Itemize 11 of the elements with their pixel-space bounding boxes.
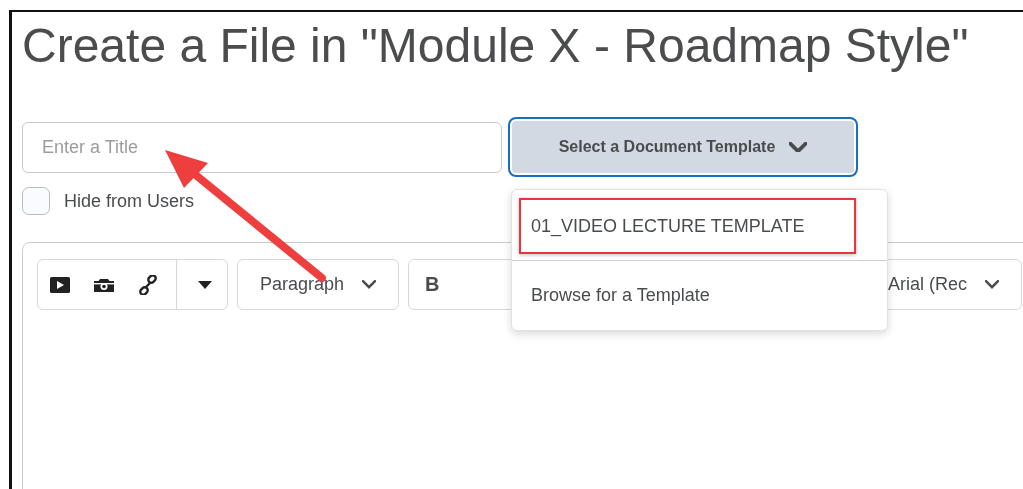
checkbox-label: Hide from Users bbox=[64, 190, 195, 212]
title-input-field[interactable]: Enter a Title bbox=[22, 121, 502, 173]
checkbox[interactable] bbox=[22, 187, 50, 215]
chevron-down-icon bbox=[985, 280, 1000, 289]
chevron-down-icon bbox=[789, 141, 808, 153]
chevron-down-icon bbox=[362, 280, 377, 289]
page-title: Create a File in "Module X - Roadmap Style" bbox=[22, 18, 970, 74]
template-select-button[interactable]: Select a Document Template bbox=[508, 117, 858, 177]
menu-item[interactable]: 01_VIDEO LECTURE TEMPLATE bbox=[519, 198, 856, 254]
format-select[interactable]: Paragraph bbox=[237, 259, 400, 310]
bold-button[interactable]: B bbox=[409, 260, 456, 309]
